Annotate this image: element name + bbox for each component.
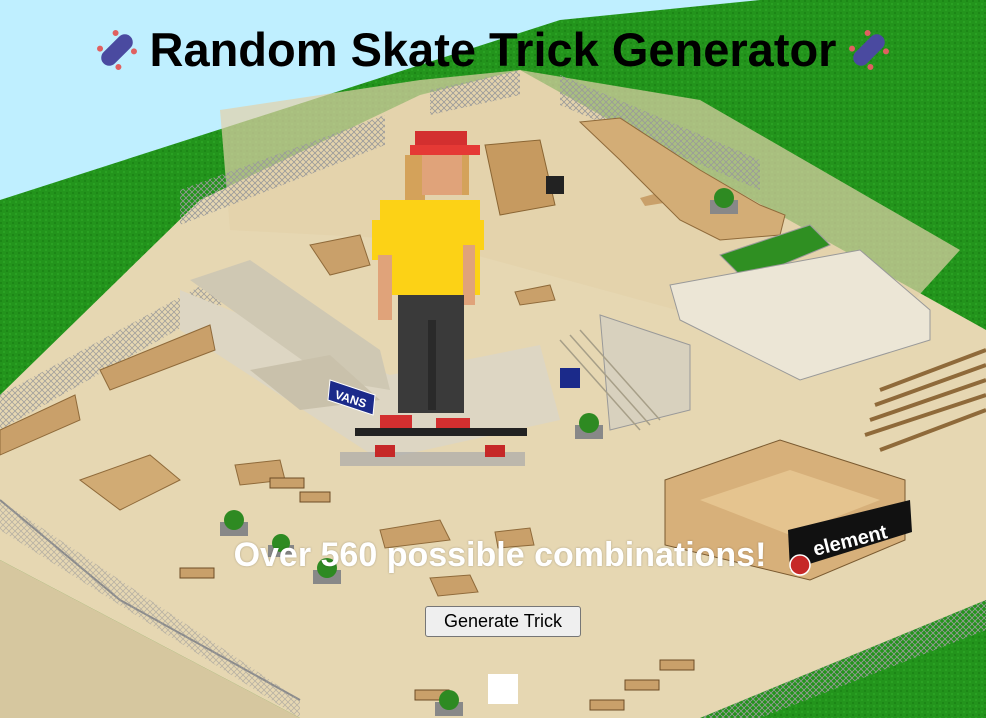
skateboard-icon: [849, 29, 890, 70]
combinations-subtitle: Over 560 possible combinations!: [233, 536, 767, 574]
page-title-text: Random Skate Trick Generator: [149, 23, 837, 76]
page-title: Random Skate Trick Generator: [0, 22, 986, 77]
trick-result-output: [488, 674, 518, 704]
generate-trick-button[interactable]: Generate Trick: [425, 606, 581, 637]
skateboard-icon: [96, 29, 137, 70]
